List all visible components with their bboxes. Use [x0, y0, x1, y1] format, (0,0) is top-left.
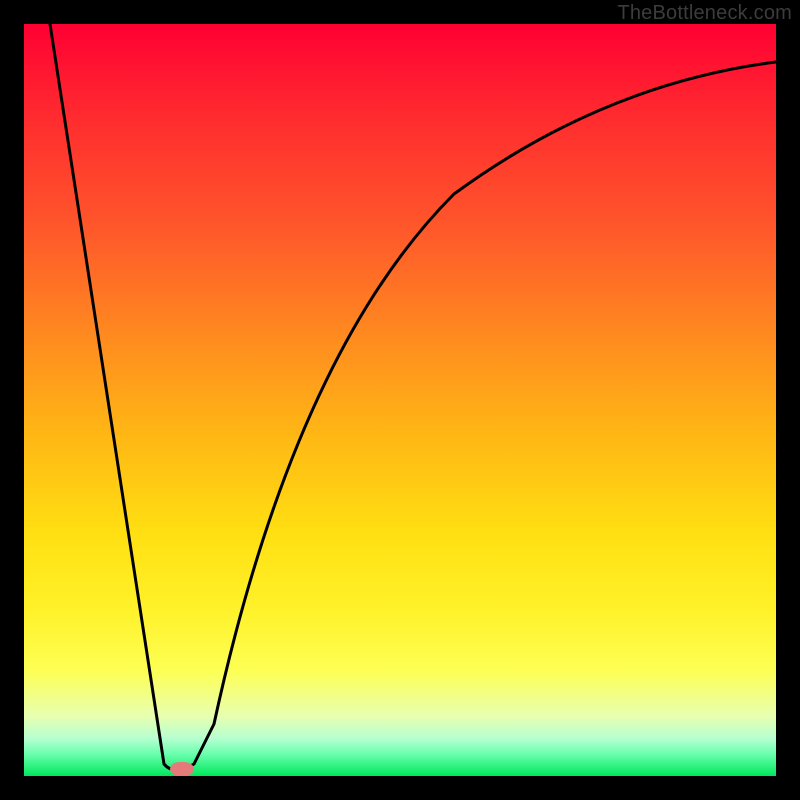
curve-path — [50, 24, 776, 770]
chart-frame: TheBottleneck.com — [0, 0, 800, 800]
optimal-marker — [170, 762, 194, 776]
plot-area — [24, 24, 776, 776]
bottleneck-curve — [24, 24, 776, 776]
watermark-text: TheBottleneck.com — [617, 2, 792, 25]
